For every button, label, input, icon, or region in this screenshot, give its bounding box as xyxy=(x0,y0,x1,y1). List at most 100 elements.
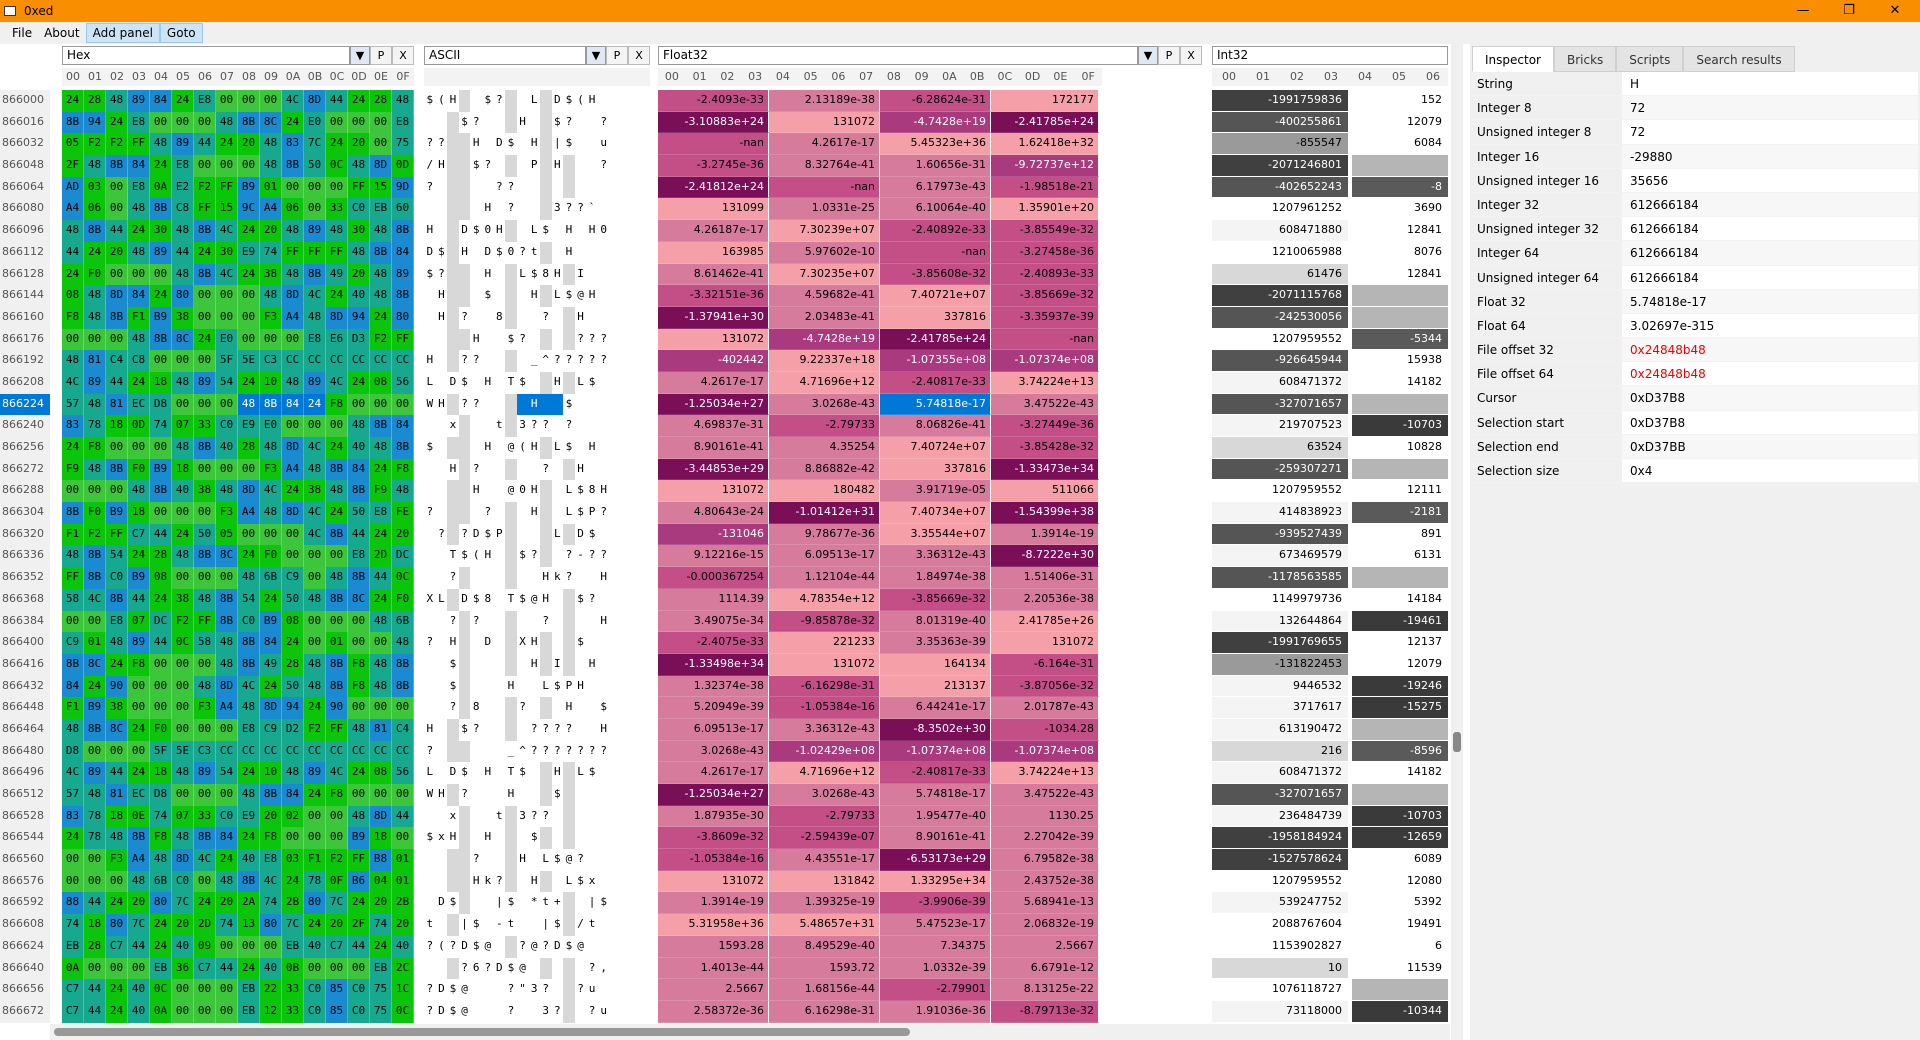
float32-value[interactable]: -131046 xyxy=(658,523,769,546)
hex-byte[interactable]: 00 xyxy=(238,90,260,112)
ascii-char[interactable] xyxy=(586,849,598,871)
int32-value[interactable]: 1207961252 xyxy=(1212,198,1348,221)
float32-value[interactable]: 8.32764e-41 xyxy=(769,155,880,177)
hex-byte[interactable]: 8D xyxy=(172,849,194,871)
ascii-char[interactable] xyxy=(436,697,448,719)
int32-value[interactable]: 1076118727 xyxy=(1212,979,1348,1001)
ascii-char[interactable] xyxy=(436,437,448,459)
hex-byte[interactable]: 00 xyxy=(282,827,304,850)
ascii-char[interactable]: @ xyxy=(459,1001,471,1023)
ascii-char[interactable]: H xyxy=(540,567,552,589)
ascii-char[interactable] xyxy=(517,220,529,242)
int32-value[interactable]: 2088767604 xyxy=(1212,914,1348,936)
float32-value[interactable]: 9.22337e+18 xyxy=(769,350,880,372)
ascii-char[interactable]: H xyxy=(575,307,587,329)
hex-byte[interactable]: E8 xyxy=(260,849,282,871)
int32-value[interactable]: 63524 xyxy=(1212,437,1348,459)
hex-byte[interactable]: 48 xyxy=(128,241,150,264)
ascii-char[interactable] xyxy=(575,177,587,199)
hex-byte[interactable]: 74 xyxy=(62,914,84,936)
ascii-char[interactable] xyxy=(436,632,448,654)
float32-value[interactable]: -3.85608e-32 xyxy=(880,263,991,286)
int32-value[interactable]: -259307271 xyxy=(1212,458,1348,481)
hex-byte[interactable]: 44 xyxy=(128,588,150,611)
ascii-char[interactable]: H xyxy=(482,827,494,849)
hex-byte[interactable]: 81 xyxy=(106,784,128,806)
ascii-char[interactable]: H xyxy=(528,285,540,307)
ascii-char[interactable]: L xyxy=(528,90,540,112)
ascii-char[interactable]: * xyxy=(528,892,540,914)
ascii-char[interactable] xyxy=(586,307,598,329)
hex-byte[interactable]: 7C xyxy=(172,892,194,915)
float32-value[interactable]: 180482 xyxy=(769,480,880,503)
ascii-char[interactable]: H xyxy=(470,871,482,893)
int32-value[interactable]: 3717617 xyxy=(1212,697,1348,719)
float32-value[interactable]: 1.0331e-25 xyxy=(769,198,880,221)
ascii-char[interactable]: ? xyxy=(424,502,436,524)
hex-byte[interactable]: 48 xyxy=(370,437,392,459)
hex-byte[interactable]: EB xyxy=(282,935,304,958)
hex-byte[interactable]: F0 xyxy=(84,263,106,286)
hex-byte[interactable]: 00 xyxy=(304,415,326,437)
hex-byte[interactable]: 4C xyxy=(304,437,326,459)
ascii-char[interactable]: ? xyxy=(459,394,471,416)
ascii-char[interactable]: $ xyxy=(447,1001,459,1023)
ascii-char[interactable] xyxy=(528,112,540,134)
hex-byte[interactable]: F2 xyxy=(84,523,106,546)
float32-value[interactable]: 131072 xyxy=(991,632,1099,654)
ascii-char[interactable]: @ xyxy=(505,480,517,502)
float32-value[interactable]: 1.4013e-44 xyxy=(658,957,769,980)
ascii-char[interactable] xyxy=(494,459,506,481)
hex-byte[interactable]: 00 xyxy=(216,784,238,806)
ascii-char[interactable]: D xyxy=(482,242,494,264)
hex-byte[interactable]: 8B xyxy=(150,328,172,351)
hex-byte[interactable]: 81 xyxy=(106,393,128,416)
hex-byte[interactable]: 8B xyxy=(62,111,84,134)
hex-byte[interactable]: 8B xyxy=(304,263,326,286)
hex-byte[interactable]: 04 xyxy=(370,870,392,893)
int32-value[interactable] xyxy=(1352,718,1448,741)
ascii-char[interactable] xyxy=(598,198,610,220)
float32-value[interactable]: 1.91036e-36 xyxy=(880,1000,991,1023)
ascii-char[interactable] xyxy=(575,394,587,416)
ascii-char[interactable]: u xyxy=(598,1001,610,1023)
hex-byte[interactable]: 75 xyxy=(392,133,414,156)
hex-byte[interactable]: CC xyxy=(392,350,414,372)
ascii-char[interactable]: H xyxy=(517,849,529,871)
ascii-char[interactable]: , xyxy=(598,958,610,980)
hex-byte[interactable]: 4C xyxy=(260,870,282,893)
ascii-char[interactable] xyxy=(458,870,471,893)
int32-value[interactable]: -19461 xyxy=(1352,610,1448,633)
ascii-char[interactable]: | xyxy=(540,914,552,936)
float32-value[interactable]: 1.62418e+32 xyxy=(991,133,1099,156)
ascii-char[interactable] xyxy=(563,632,575,654)
ascii-char[interactable] xyxy=(494,979,506,1001)
hex-byte[interactable]: 54 xyxy=(238,588,260,611)
ascii-char[interactable]: @ xyxy=(528,936,540,958)
hex-byte[interactable]: 44 xyxy=(150,523,172,546)
hex-byte[interactable]: 0A xyxy=(62,957,84,980)
float32-value[interactable]: 6.10064e-40 xyxy=(880,198,991,221)
hex-byte[interactable]: 8B xyxy=(128,827,150,850)
ascii-char[interactable]: - xyxy=(494,914,506,936)
ascii-char[interactable]: $ xyxy=(459,112,471,134)
ascii-char[interactable] xyxy=(447,914,459,936)
int32-value[interactable]: 12079 xyxy=(1352,653,1448,676)
ascii-char[interactable] xyxy=(598,936,610,958)
hex-byte[interactable]: 18 xyxy=(84,914,106,936)
ascii-char[interactable]: @ xyxy=(482,936,494,958)
hex-byte[interactable]: 00 xyxy=(304,545,326,568)
hex-byte[interactable]: C0 xyxy=(238,610,260,633)
hex-byte[interactable]: 00 xyxy=(106,263,128,286)
ascii-char[interactable]: $ xyxy=(459,719,471,741)
hex-byte[interactable]: 7C xyxy=(304,133,326,156)
ascii-char[interactable] xyxy=(424,112,436,134)
ascii-char[interactable] xyxy=(563,784,575,806)
hex-byte[interactable]: C8 xyxy=(172,198,194,221)
float32-value[interactable]: -8.3502e+30 xyxy=(880,718,991,741)
float32-value[interactable]: 1593.28 xyxy=(658,935,769,958)
hex-byte[interactable]: 12 xyxy=(260,1000,282,1023)
ascii-char[interactable] xyxy=(470,741,482,763)
ascii-char[interactable] xyxy=(563,263,575,286)
ascii-char[interactable] xyxy=(494,264,506,286)
